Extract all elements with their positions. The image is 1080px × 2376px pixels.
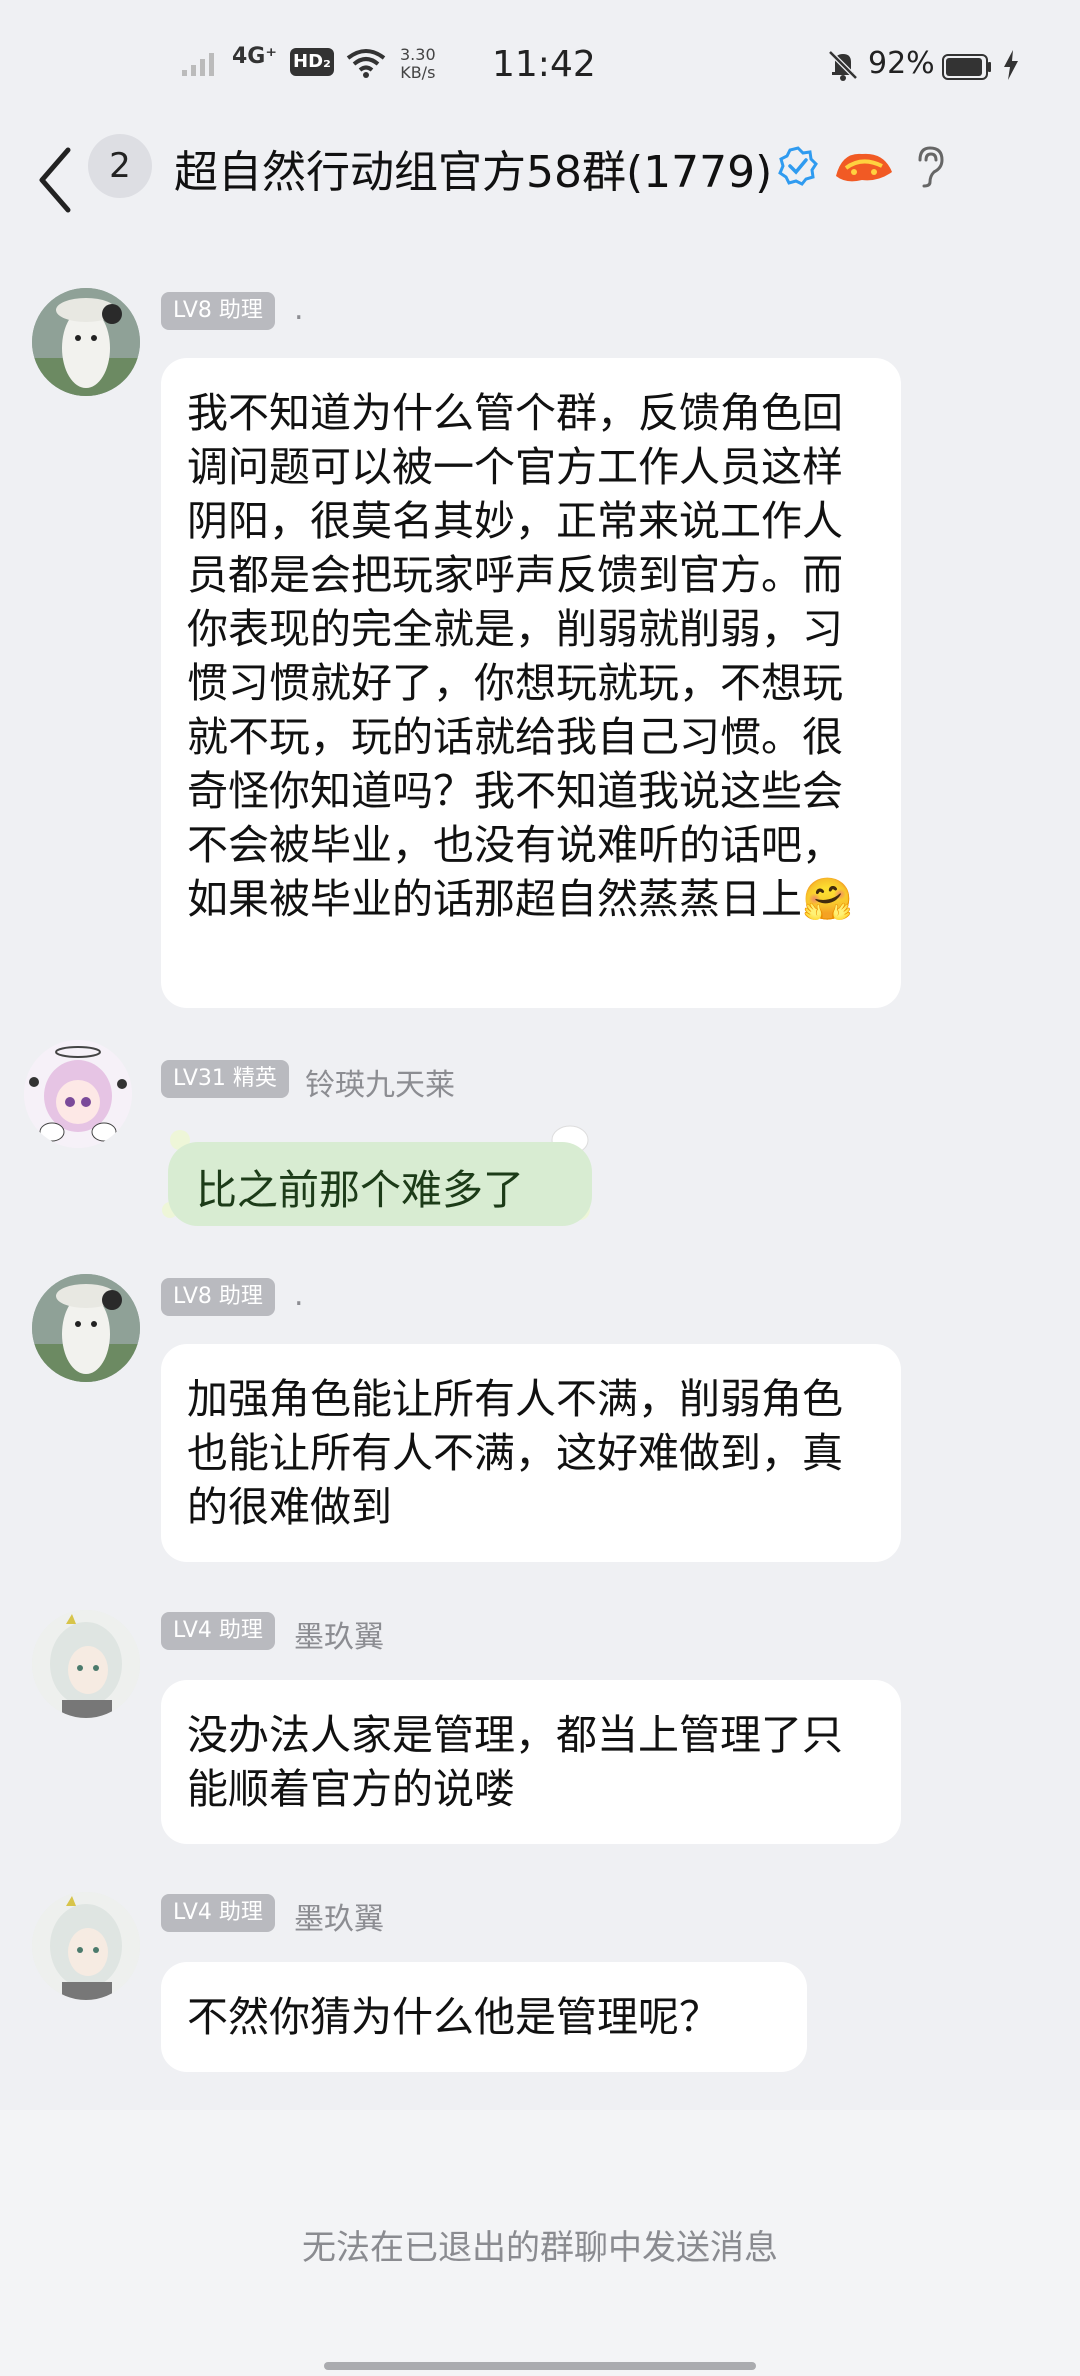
level-badge: LV4 助理 xyxy=(161,1894,275,1932)
sender-nickname[interactable]: 墨玖翼 xyxy=(294,1612,384,1656)
speed-value: 3.30 xyxy=(400,45,436,64)
clock: 11:42 xyxy=(492,44,596,85)
group-title[interactable]: 超自然行动组官方58群(1779) xyxy=(174,136,772,200)
ear-icon[interactable] xyxy=(912,144,948,188)
battery-percent: 92% xyxy=(868,46,935,81)
back-arrow-icon[interactable] xyxy=(30,140,80,220)
message-bubble[interactable]: 加强角色能让所有人不满，削弱角色也能让所有人不满，这好难做到，真的很难做到 xyxy=(161,1344,901,1562)
avatar[interactable] xyxy=(32,1274,140,1382)
unread-count-badge[interactable]: 2 xyxy=(88,134,152,198)
avatar[interactable] xyxy=(32,1892,140,2000)
avatar[interactable] xyxy=(32,1610,140,1718)
mute-bell-icon xyxy=(828,50,858,81)
cannot-send-notice: 无法在已退出的群聊中发送消息 xyxy=(302,2228,778,2268)
network-type: 4G⁺ xyxy=(232,44,277,69)
verified-icon xyxy=(778,146,818,186)
wifi-icon xyxy=(346,49,386,78)
status-bar: 4G⁺ HD₂ 3.30 KB/s 11:42 92% xyxy=(0,0,1080,135)
avatar[interactable] xyxy=(24,1040,132,1148)
avatar[interactable] xyxy=(32,288,140,396)
avatar-cat-icon xyxy=(32,1274,140,1382)
message-bubble[interactable]: 比之前那个难多了 xyxy=(168,1142,592,1226)
avatar-white-hair-icon xyxy=(32,1610,140,1718)
hd-badge: HD₂ xyxy=(290,48,334,76)
level-badge: LV31 精英 xyxy=(161,1060,289,1098)
avatar-cat-icon xyxy=(32,288,140,396)
message-bubble[interactable]: 我不知道为什么管个群，反馈角色回调问题可以被一个官方工作人员这样阴阳，很莫名其妙… xyxy=(161,358,901,1008)
group-level-badge-icon xyxy=(836,153,892,182)
level-badge: LV4 助理 xyxy=(161,1612,275,1650)
level-badge: LV8 助理 xyxy=(161,292,275,330)
sender-nickname[interactable]: . xyxy=(294,1278,304,1313)
sender-nickname[interactable]: . xyxy=(294,292,304,327)
speed-unit: KB/s xyxy=(400,63,436,82)
message-bubble[interactable]: 没办法人家是管理，都当上管理了只能顺着官方的说喽 xyxy=(161,1680,901,1844)
signal-icon xyxy=(182,53,214,76)
level-badge: LV8 助理 xyxy=(161,1278,275,1316)
message-bubble[interactable]: 不然你猜为什么他是管理呢？ xyxy=(161,1962,807,2072)
avatar-white-hair-icon xyxy=(32,1892,140,2000)
avatar-anime-girl-icon xyxy=(24,1040,132,1148)
network-speed: 3.30 KB/s xyxy=(400,46,436,82)
sender-nickname[interactable]: 铃瑛九天莱 xyxy=(305,1060,455,1104)
battery-icon xyxy=(942,54,991,80)
charging-icon xyxy=(1004,50,1018,80)
home-indicator[interactable] xyxy=(324,2362,756,2370)
sender-nickname[interactable]: 墨玖翼 xyxy=(294,1894,384,1938)
